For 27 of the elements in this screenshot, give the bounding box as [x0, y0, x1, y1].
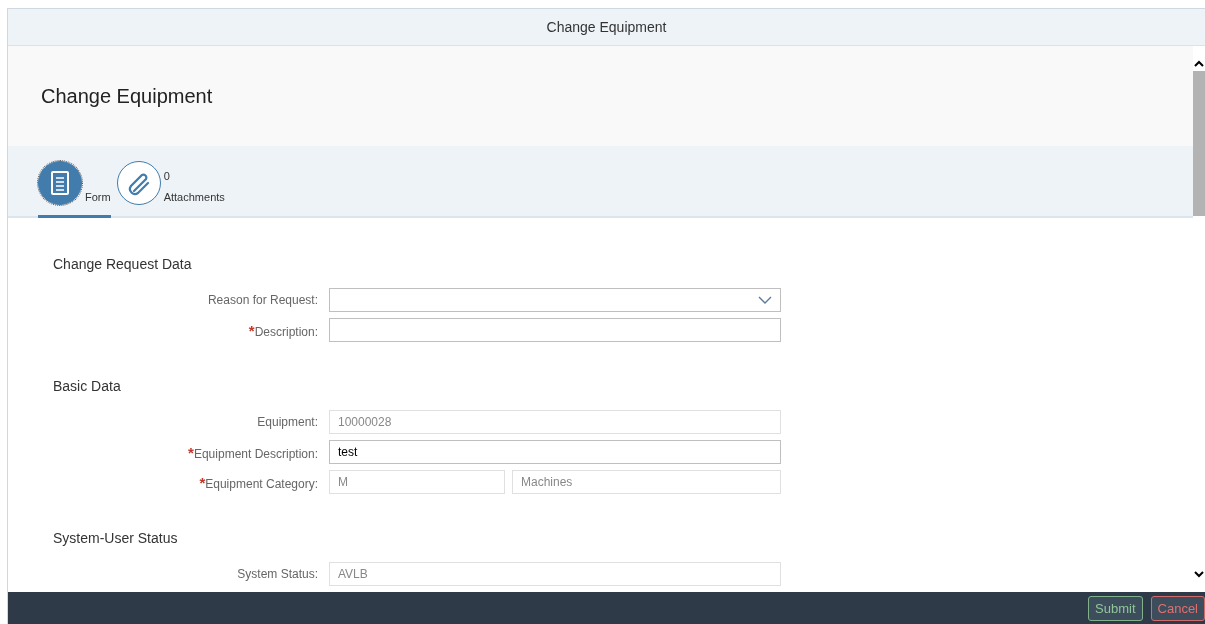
window-title: Change Equipment — [546, 19, 667, 35]
section-title: Change Request Data — [53, 256, 193, 272]
input-field[interactable]: AVLB — [329, 562, 781, 586]
submit-button[interactable]: Submit — [1088, 595, 1143, 621]
chevron-down-icon — [758, 296, 772, 304]
tab[interactable]: 0 Attachments — [116, 161, 225, 218]
input-field[interactable]: 10000028 — [329, 410, 781, 434]
cancel-button[interactable]: Cancel — [1150, 595, 1205, 621]
scroll-up-icon[interactable] — [1194, 60, 1204, 67]
field-label: Equipment: — [256, 415, 319, 429]
field-label: *Equipment Description: — [187, 443, 319, 461]
input-field[interactable]: M — [329, 470, 505, 494]
section-title: Basic Data — [53, 378, 122, 394]
input-field[interactable] — [329, 318, 781, 342]
section-title: System-User Status — [53, 530, 179, 546]
form-icon — [51, 171, 69, 195]
field-label: System Status: — [236, 567, 319, 581]
field-label: *Equipment Category: — [198, 473, 319, 491]
scrollbar-thumb[interactable] — [1193, 71, 1205, 216]
field-label: Reason for Request: — [206, 293, 319, 307]
dropdown-field[interactable] — [329, 288, 781, 312]
field-label: *Description: — [247, 321, 319, 339]
scroll-down-icon[interactable] — [1194, 571, 1204, 578]
page-title: Change Equipment — [41, 84, 213, 108]
input-field[interactable]: Machines — [512, 470, 781, 494]
attachment-count: 0 — [163, 170, 171, 182]
input-field[interactable]: test — [329, 440, 781, 464]
